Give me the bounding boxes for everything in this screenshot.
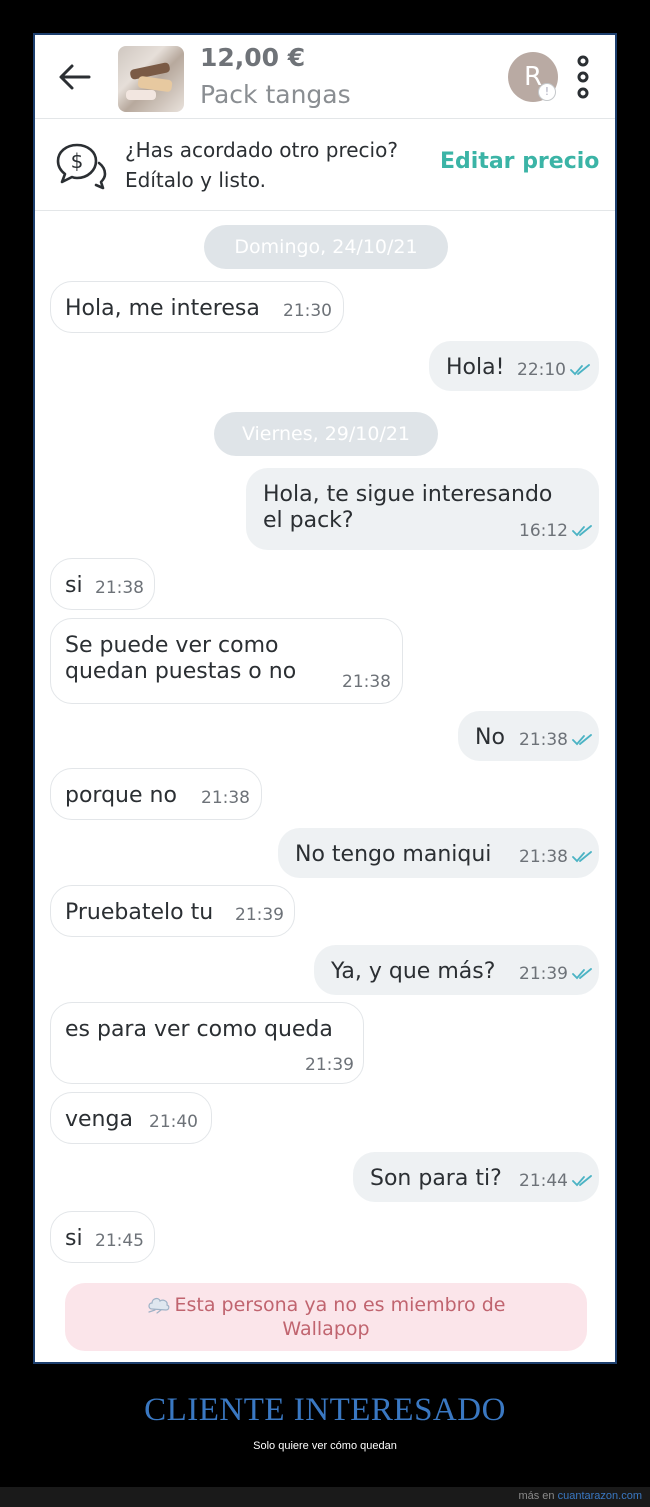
back-arrow-icon[interactable] [57, 59, 93, 95]
message-time-row: 16:12 [519, 518, 592, 544]
message-text: Hola, me interesa [65, 296, 260, 321]
message-time: 21:39 [519, 964, 568, 984]
message-sent: No tengo maniqui 21:38 [278, 828, 599, 878]
message-time: 21:45 [95, 1231, 144, 1251]
double-check-icon [572, 525, 592, 537]
message-time: 21:44 [519, 1171, 568, 1191]
site-footer: más en cuantarazon.com [0, 1487, 650, 1507]
message-time: 21:38 [519, 847, 568, 867]
message-time: 21:39 [235, 905, 284, 925]
message-time-row: 21:44 [519, 1168, 592, 1194]
message-received: porque no 21:38 [50, 768, 262, 820]
message-text: Se puede ver como quedan puestas o no [65, 633, 297, 684]
svg-text:$: $ [71, 149, 84, 173]
message-text: No tengo maniqui [295, 842, 492, 867]
notice-text: Esta persona ya no es miembro de [174, 1294, 506, 1316]
alert-badge-icon: ! [538, 83, 556, 101]
product-thumbnail[interactable] [118, 46, 184, 112]
message-sent: Son para ti? 21:44 [353, 1152, 599, 1202]
message-received: si 21:45 [50, 1211, 155, 1263]
message-sent: Ya, y que más? 21:39 [314, 945, 599, 995]
double-check-icon [572, 851, 592, 863]
message-time: 16:12 [519, 521, 568, 541]
product-title[interactable]: Pack tangas [200, 80, 351, 109]
message-time: 21:40 [149, 1112, 198, 1132]
ghost-cloud-icon [147, 1297, 169, 1314]
banner-line-1: ¿Has acordado otro precio? [125, 138, 398, 162]
message-received: Hola, me interesa 21:30 [50, 281, 344, 333]
message-text: No [475, 725, 505, 750]
price-chat-icon: $ [56, 143, 107, 190]
double-check-icon [572, 968, 592, 980]
message-text: Ya, y que más? [331, 959, 496, 984]
message-time: 21:38 [519, 730, 568, 750]
message-received: es para ver como queda 21:39 [50, 1002, 364, 1084]
message-received: Pruebatelo tu 21:39 [50, 885, 295, 937]
more-options-icon[interactable] [575, 55, 591, 99]
double-check-icon [572, 1175, 592, 1187]
notice-line-2: Wallapop [282, 1318, 370, 1340]
message-time: 21:30 [283, 301, 332, 321]
message-time: 21:38 [201, 788, 250, 808]
message-text: Pruebatelo tu [65, 900, 214, 925]
message-time: 21:39 [305, 1055, 354, 1075]
message-text: Hola, te sigue interesando el pack? [263, 482, 553, 533]
chat-screen: 12,00 € Pack tangas R ! $ ¿Has acordado … [33, 33, 617, 1364]
message-text: si [65, 573, 83, 598]
message-text: venga [65, 1107, 133, 1132]
message-time-row: 21:38 [519, 844, 592, 870]
message-text: Son para ti? [370, 1166, 502, 1191]
message-time: 22:10 [517, 360, 566, 380]
message-text: Hola! [446, 355, 505, 380]
message-time-row: 22:10 [517, 357, 590, 383]
footer-text: más en cuantarazon.com [518, 1490, 642, 1502]
message-time: 21:38 [342, 672, 391, 692]
date-separator: Viernes, 29/10/21 [214, 412, 438, 456]
price-edit-banner: $ ¿Has acordado otro precio? Edítalo y l… [35, 119, 615, 211]
notice-line-1: Esta persona ya no es miembro de [65, 1293, 587, 1317]
footer-site-link[interactable]: cuantarazon.com [558, 1490, 642, 1502]
message-received: si 21:38 [50, 558, 155, 610]
message-sent: Hola, te sigue interesando el pack? 16:1… [246, 468, 599, 550]
message-time-row: 21:39 [519, 961, 592, 987]
double-check-icon [572, 734, 592, 746]
message-received: Se puede ver como quedan puestas o no 21… [50, 618, 403, 704]
user-left-notice: Esta persona ya no es miembro de Wallapo… [65, 1283, 587, 1351]
product-price: 12,00 € [200, 43, 306, 72]
message-sent: No 21:38 [458, 711, 599, 761]
edit-price-link[interactable]: Editar precio [440, 149, 599, 174]
date-separator: Domingo, 24/10/21 [204, 225, 448, 269]
message-received: venga 21:40 [50, 1092, 212, 1144]
message-time: 21:38 [95, 578, 144, 598]
banner-line-2: Edítalo y listo. [125, 168, 266, 192]
message-text: es para ver como queda [65, 1017, 333, 1042]
double-check-icon [570, 364, 590, 376]
banner-text: ¿Has acordado otro precio? Edítalo y lis… [125, 135, 398, 195]
message-text: porque no [65, 783, 177, 808]
caption-subtitle: Solo quiere ver cómo quedan [253, 1440, 397, 1452]
message-sent: Hola! 22:10 [429, 341, 599, 391]
message-time-row: 21:38 [519, 727, 592, 753]
chat-header: 12,00 € Pack tangas R ! [35, 35, 615, 119]
caption-title: CLIENTE INTERESADO [144, 1392, 506, 1428]
message-text: si [65, 1226, 83, 1251]
footer-prefix: más en [518, 1490, 555, 1502]
